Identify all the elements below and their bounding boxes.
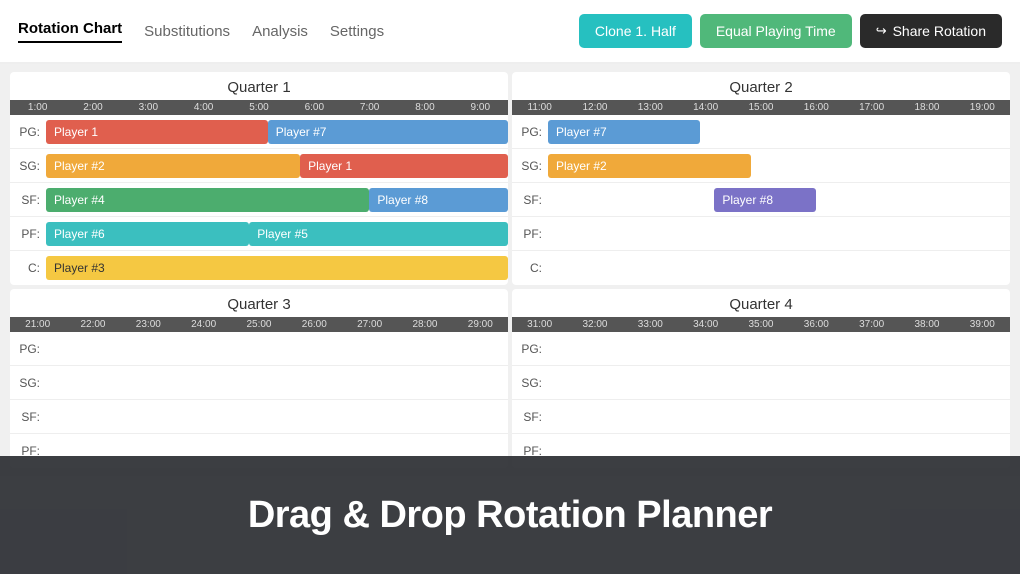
q2-c-label: C: bbox=[512, 261, 548, 275]
q2-pg-track[interactable]: Player #7 bbox=[548, 118, 1010, 146]
q3-pg-row: PG: bbox=[10, 332, 508, 366]
q3-pg-track[interactable] bbox=[46, 335, 508, 363]
q1-sg-track[interactable]: Player #2 Player 1 bbox=[46, 152, 508, 180]
quarter-3: Quarter 3 21:00 22:00 23:00 24:00 25:00 … bbox=[10, 289, 508, 468]
player-bar[interactable]: Player #2 bbox=[46, 154, 300, 178]
quarter-2: Quarter 2 11:00 12:00 13:00 14:00 15:00 … bbox=[512, 72, 1010, 285]
tab-settings[interactable]: Settings bbox=[330, 23, 384, 40]
q2-sg-track[interactable]: Player #2 bbox=[548, 152, 1010, 180]
content-grid: Quarter 1 1:00 2:00 3:00 4:00 5:00 6:00 … bbox=[0, 64, 1020, 476]
player-bar[interactable]: Player #7 bbox=[548, 120, 700, 144]
q4-sf-track[interactable] bbox=[548, 403, 1010, 431]
q2-sg-row: SG: Player #2 bbox=[512, 149, 1010, 183]
header-buttons: Clone 1. Half Equal Playing Time ↪ Share… bbox=[579, 14, 1002, 48]
q3-sf-label: SF: bbox=[10, 410, 46, 424]
q4-sg-track[interactable] bbox=[548, 369, 1010, 397]
nav-tabs: Rotation Chart Substitutions Analysis Se… bbox=[18, 20, 384, 43]
player-bar[interactable]: Player #8 bbox=[714, 188, 816, 212]
q1-pg-row: PG: Player 1 Player #7 bbox=[10, 115, 508, 149]
q1-pf-label: PF: bbox=[10, 227, 46, 241]
q4-pg-track[interactable] bbox=[548, 335, 1010, 363]
q1-sg-label: SG: bbox=[10, 159, 46, 173]
q1-pf-row: PF: Player #6 Player #5 bbox=[10, 217, 508, 251]
q2-pg-row: PG: Player #7 bbox=[512, 115, 1010, 149]
tab-rotation-chart[interactable]: Rotation Chart bbox=[18, 20, 122, 43]
q3-sg-row: SG: bbox=[10, 366, 508, 400]
q1-c-label: C: bbox=[10, 261, 46, 275]
q1-sf-track[interactable]: Player #4 Player #8 bbox=[46, 186, 508, 214]
q2-pg-label: PG: bbox=[512, 125, 548, 139]
q3-pg-label: PG: bbox=[10, 342, 46, 356]
player-bar[interactable]: Player 1 bbox=[300, 154, 508, 178]
player-bar[interactable]: Player #5 bbox=[249, 222, 508, 246]
q2-sf-label: SF: bbox=[512, 193, 548, 207]
q2-sf-row: SF: Player #8 bbox=[512, 183, 1010, 217]
q4-pg-label: PG: bbox=[512, 342, 548, 356]
q4-sf-label: SF: bbox=[512, 410, 548, 424]
q1-sf-label: SF: bbox=[10, 193, 46, 207]
q4-sg-label: SG: bbox=[512, 376, 548, 390]
quarter-2-title: Quarter 2 bbox=[512, 72, 1010, 100]
q3-timeline: 21:00 22:00 23:00 24:00 25:00 26:00 27:0… bbox=[10, 317, 508, 332]
quarter-1-title: Quarter 1 bbox=[10, 72, 508, 100]
q3-sf-track[interactable] bbox=[46, 403, 508, 431]
q1-sg-row: SG: Player #2 Player 1 bbox=[10, 149, 508, 183]
quarter-4-title: Quarter 4 bbox=[512, 289, 1010, 317]
player-bar[interactable]: Player #7 bbox=[268, 120, 508, 144]
share-rotation-button[interactable]: ↪ Share Rotation bbox=[860, 14, 1002, 48]
q2-sf-track[interactable]: Player #8 bbox=[548, 186, 1010, 214]
q2-c-row: C: bbox=[512, 251, 1010, 285]
player-bar[interactable]: Player 1 bbox=[46, 120, 268, 144]
q4-sg-row: SG: bbox=[512, 366, 1010, 400]
q2-pf-label: PF: bbox=[512, 227, 548, 241]
tab-analysis[interactable]: Analysis bbox=[252, 23, 308, 40]
quarter-1: Quarter 1 1:00 2:00 3:00 4:00 5:00 6:00 … bbox=[10, 72, 508, 285]
q4-sf-row: SF: bbox=[512, 400, 1010, 434]
q1-timeline: 1:00 2:00 3:00 4:00 5:00 6:00 7:00 8:00 … bbox=[10, 100, 508, 115]
quarter-3-title: Quarter 3 bbox=[10, 289, 508, 317]
q1-c-row: C: Player #3 bbox=[10, 251, 508, 285]
quarter-4: Quarter 4 31:00 32:00 33:00 34:00 35:00 … bbox=[512, 289, 1010, 468]
q2-c-track[interactable] bbox=[548, 254, 1010, 282]
q1-pg-track[interactable]: Player 1 Player #7 bbox=[46, 118, 508, 146]
tab-substitutions[interactable]: Substitutions bbox=[144, 23, 230, 40]
q1-pg-label: PG: bbox=[10, 125, 46, 139]
q4-timeline: 31:00 32:00 33:00 34:00 35:00 36:00 37:0… bbox=[512, 317, 1010, 332]
q2-sg-label: SG: bbox=[512, 159, 548, 173]
q3-sg-label: SG: bbox=[10, 376, 46, 390]
q2-pf-row: PF: bbox=[512, 217, 1010, 251]
overlay-text: Drag & Drop Rotation Planner bbox=[248, 494, 772, 537]
q3-sf-row: SF: bbox=[10, 400, 508, 434]
header: Rotation Chart Substitutions Analysis Se… bbox=[0, 0, 1020, 64]
overlay-banner: Drag & Drop Rotation Planner bbox=[0, 456, 1020, 574]
equal-playing-time-button[interactable]: Equal Playing Time bbox=[700, 14, 852, 48]
clone-button[interactable]: Clone 1. Half bbox=[579, 14, 692, 48]
q2-pf-track[interactable] bbox=[548, 220, 1010, 248]
player-bar[interactable]: Player #3 bbox=[46, 256, 508, 280]
q1-c-track[interactable]: Player #3 bbox=[46, 254, 508, 282]
player-bar[interactable]: Player #2 bbox=[548, 154, 751, 178]
app-container: Rotation Chart Substitutions Analysis Se… bbox=[0, 0, 1020, 574]
q1-sf-row: SF: Player #4 Player #8 bbox=[10, 183, 508, 217]
q2-timeline: 11:00 12:00 13:00 14:00 15:00 16:00 17:0… bbox=[512, 100, 1010, 115]
player-bar[interactable]: Player #6 bbox=[46, 222, 249, 246]
q3-sg-track[interactable] bbox=[46, 369, 508, 397]
player-bar[interactable]: Player #8 bbox=[369, 188, 508, 212]
share-icon: ↪ bbox=[876, 23, 887, 39]
q1-pf-track[interactable]: Player #6 Player #5 bbox=[46, 220, 508, 248]
q4-pg-row: PG: bbox=[512, 332, 1010, 366]
player-bar[interactable]: Player #4 bbox=[46, 188, 369, 212]
